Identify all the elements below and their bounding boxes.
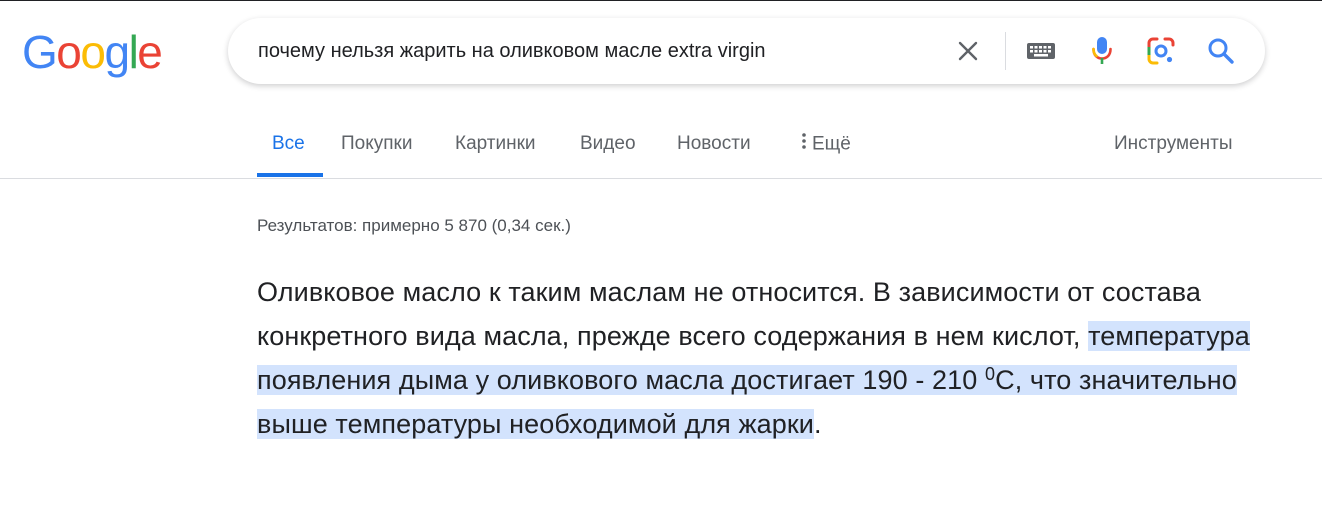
snippet-end: .: [813, 409, 822, 439]
logo-letter: o: [80, 26, 106, 78]
search-icon[interactable]: [1201, 31, 1241, 71]
tab-more-label: Ещё: [812, 133, 851, 155]
tools-button[interactable]: Инструменты: [1114, 132, 1232, 156]
logo-letter: e: [137, 26, 163, 78]
google-logo[interactable]: Google: [22, 26, 163, 78]
search-box-divider: [1005, 32, 1006, 70]
tab-video[interactable]: Видео: [580, 132, 636, 156]
google-lens-icon[interactable]: [1141, 31, 1181, 71]
tab-images[interactable]: Картинки: [455, 132, 536, 156]
logo-letter: l: [128, 26, 139, 78]
logo-letter: g: [104, 26, 130, 78]
window-top-border: [0, 0, 1322, 1]
tab-more[interactable]: Ещё: [802, 132, 851, 157]
tab-all[interactable]: Все: [272, 132, 305, 156]
logo-letter: G: [22, 26, 58, 78]
active-tab-indicator: [257, 173, 323, 177]
search-box[interactable]: почему нельзя жарить на оливковом масле …: [228, 18, 1265, 84]
microphone-icon[interactable]: [1082, 31, 1122, 71]
search-results-page: Google почему нельзя жарить на оливковом…: [0, 0, 1322, 522]
snippet-plain-text: Оливковое масло к таким маслам не относи…: [257, 277, 1202, 351]
search-input[interactable]: почему нельзя жарить на оливковом масле …: [258, 37, 766, 65]
logo-letter: o: [56, 26, 82, 78]
search-tabs: Все Покупки Картинки Видео Новости Ещё И…: [0, 120, 1322, 178]
tabs-divider: [0, 178, 1322, 179]
more-vert-icon: [802, 132, 806, 157]
result-stats: Результатов: примерно 5 870 (0,34 сек.): [257, 216, 571, 235]
featured-snippet-text: Оливковое масло к таким маслам не относи…: [257, 270, 1267, 446]
tab-news[interactable]: Новости: [677, 132, 751, 156]
close-icon[interactable]: [948, 31, 988, 71]
tab-shopping[interactable]: Покупки: [341, 132, 412, 156]
degree-superscript: 0: [985, 364, 996, 384]
keyboard-icon[interactable]: [1021, 31, 1061, 71]
